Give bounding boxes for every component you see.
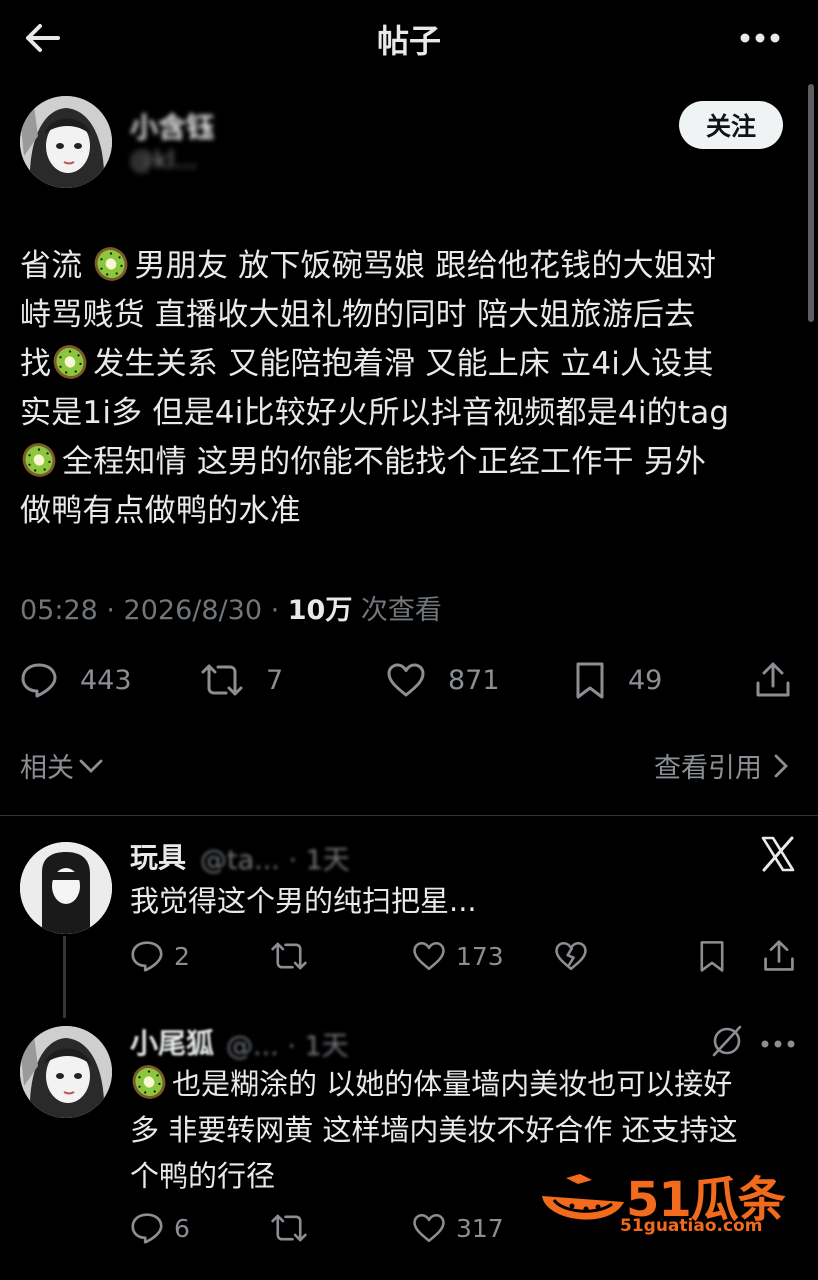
watermelon-logo-icon [542,1174,624,1220]
repost-button[interactable]: 7 [200,652,283,708]
reply-count: 2 [174,941,190,971]
reply-reply-button[interactable]: 2 [130,936,190,976]
view-label: 次查看 [352,595,442,626]
quotes-label: 查看引用 [654,753,762,784]
reply-icon [21,663,57,698]
like-button[interactable]: 871 [386,652,500,708]
grok-icon [712,1025,742,1057]
repost-count: 7 [266,664,284,696]
like-count: 871 [448,664,500,696]
reply-button[interactable]: 443 [20,652,132,708]
reply-avatar[interactable] [20,842,112,934]
reply-more-button[interactable] [760,1034,800,1050]
post-text: 省流 男朋友 放下饭碗骂娘 跟给他花钱的大姐对峙骂贱货 直播收大姐礼物的同时 陪… [20,242,810,536]
post-meta: 05:28 · 2026/8/30 · 10万 次查看 [20,588,442,627]
author-handle[interactable]: @kl... [130,146,197,174]
post-text-line: 省流 男朋友 放下饭碗骂娘 跟给他花钱的大姐对 [20,242,810,291]
related-toggle[interactable]: 相关 [20,746,104,785]
post-text-line: 实是1i多 但是4i比较好火所以抖音视频都是4i的tag [20,395,730,431]
more-options-button[interactable] [736,24,784,52]
post-text-line: 找发生关系 又能陪抱着滑 又能上床 立4i人设其 [20,340,810,389]
kiwi-emoji-icon [53,345,87,379]
section-divider [0,815,818,816]
x-logo-icon [761,836,795,872]
dismiss-button[interactable] [758,834,802,878]
reply-text-line: 我觉得这个男的纯扫把星... [130,884,477,918]
post-text-line: 全程知情 这男的你能不能找个正经工作干 另外 [20,438,810,487]
watermark-url: 51guatiao.com [620,1216,763,1236]
share-button[interactable] [754,652,792,708]
reply-text-line: 也是糊涂的 以她的体量墙内美妆也可以接好 [130,1061,800,1107]
reply-share-button[interactable] [762,936,796,976]
view-count[interactable]: 10万 [288,595,353,626]
reply-bookmark-button[interactable] [698,936,726,976]
heart-icon [413,941,445,971]
author-name[interactable]: 小含钰 [130,106,214,146]
reply-text: 我觉得这个男的纯扫把星... [130,878,800,924]
reply-icon [131,1213,163,1244]
kiwi-emoji-icon [95,247,128,281]
view-quotes-link[interactable]: 查看引用 [654,746,790,785]
thread-line [63,936,66,1018]
page-title: 帖子 [376,22,441,60]
top-bar: 帖子 [0,0,818,78]
related-label: 相关 [20,753,74,784]
avatar-illustration-icon [20,96,112,188]
reply-author-handle[interactable]: @ta... · 1天 [200,838,350,877]
reply-avatar[interactable] [20,1026,112,1118]
broken-heart-icon [555,941,587,971]
reply-author-name[interactable]: 玩具 [130,836,186,876]
grok-button[interactable] [710,1024,746,1060]
share-icon [756,662,790,697]
more-dots-icon [761,1040,795,1048]
bookmark-icon [700,941,724,972]
chevron-down-icon [79,759,103,773]
repost-icon [201,664,243,696]
reply-dislike-button[interactable] [554,936,588,976]
bookmark-button[interactable]: 49 [574,652,662,708]
follow-button[interactable]: 关注 [679,101,783,149]
avatar-illustration-icon [20,1026,112,1118]
share-icon [764,940,794,971]
post-text-line: 做鸭有点做鸭的水准 [20,493,301,529]
reply-icon [131,941,163,972]
bookmark-count: 49 [628,664,663,696]
heart-icon [413,1213,445,1243]
heart-icon [387,663,425,697]
reply-reply-button[interactable]: 6 [130,1208,190,1248]
like-count: 173 [456,941,504,971]
post-timestamp: 05:28 · 2026/8/30 · [20,595,288,626]
reply-repost-button[interactable] [270,936,308,976]
site-watermark: 51瓜条 51guatiao.com [536,1160,798,1244]
avatar-photo-icon [20,842,112,934]
bookmark-icon [576,662,604,699]
chevron-right-icon [774,754,788,777]
reply-author-handle[interactable]: @... · 1天 [226,1024,349,1063]
more-dots-icon [740,33,780,43]
reply-repost-button[interactable] [270,1208,308,1248]
reply-count: 6 [174,1213,190,1243]
reply-author-name[interactable]: 小尾狐 [130,1022,214,1062]
reply-like-button[interactable]: 317 [412,1208,504,1248]
kiwi-emoji-icon [132,1065,166,1099]
reply-count: 443 [80,664,132,696]
like-count: 317 [456,1213,504,1243]
reply-like-button[interactable]: 173 [412,936,504,976]
reply-text-line: 多 非要转网黄 这样墙内美妆不好合作 还支持这 [130,1113,738,1147]
post-actions: 443 7 871 49 [0,652,818,708]
repost-icon [271,1214,307,1242]
kiwi-emoji-icon [22,443,56,477]
author-avatar[interactable] [20,96,112,188]
repost-icon [271,942,307,970]
post-text-line: 峙骂贱货 直播收大姐礼物的同时 陪大姐旅游后去 [20,297,696,333]
